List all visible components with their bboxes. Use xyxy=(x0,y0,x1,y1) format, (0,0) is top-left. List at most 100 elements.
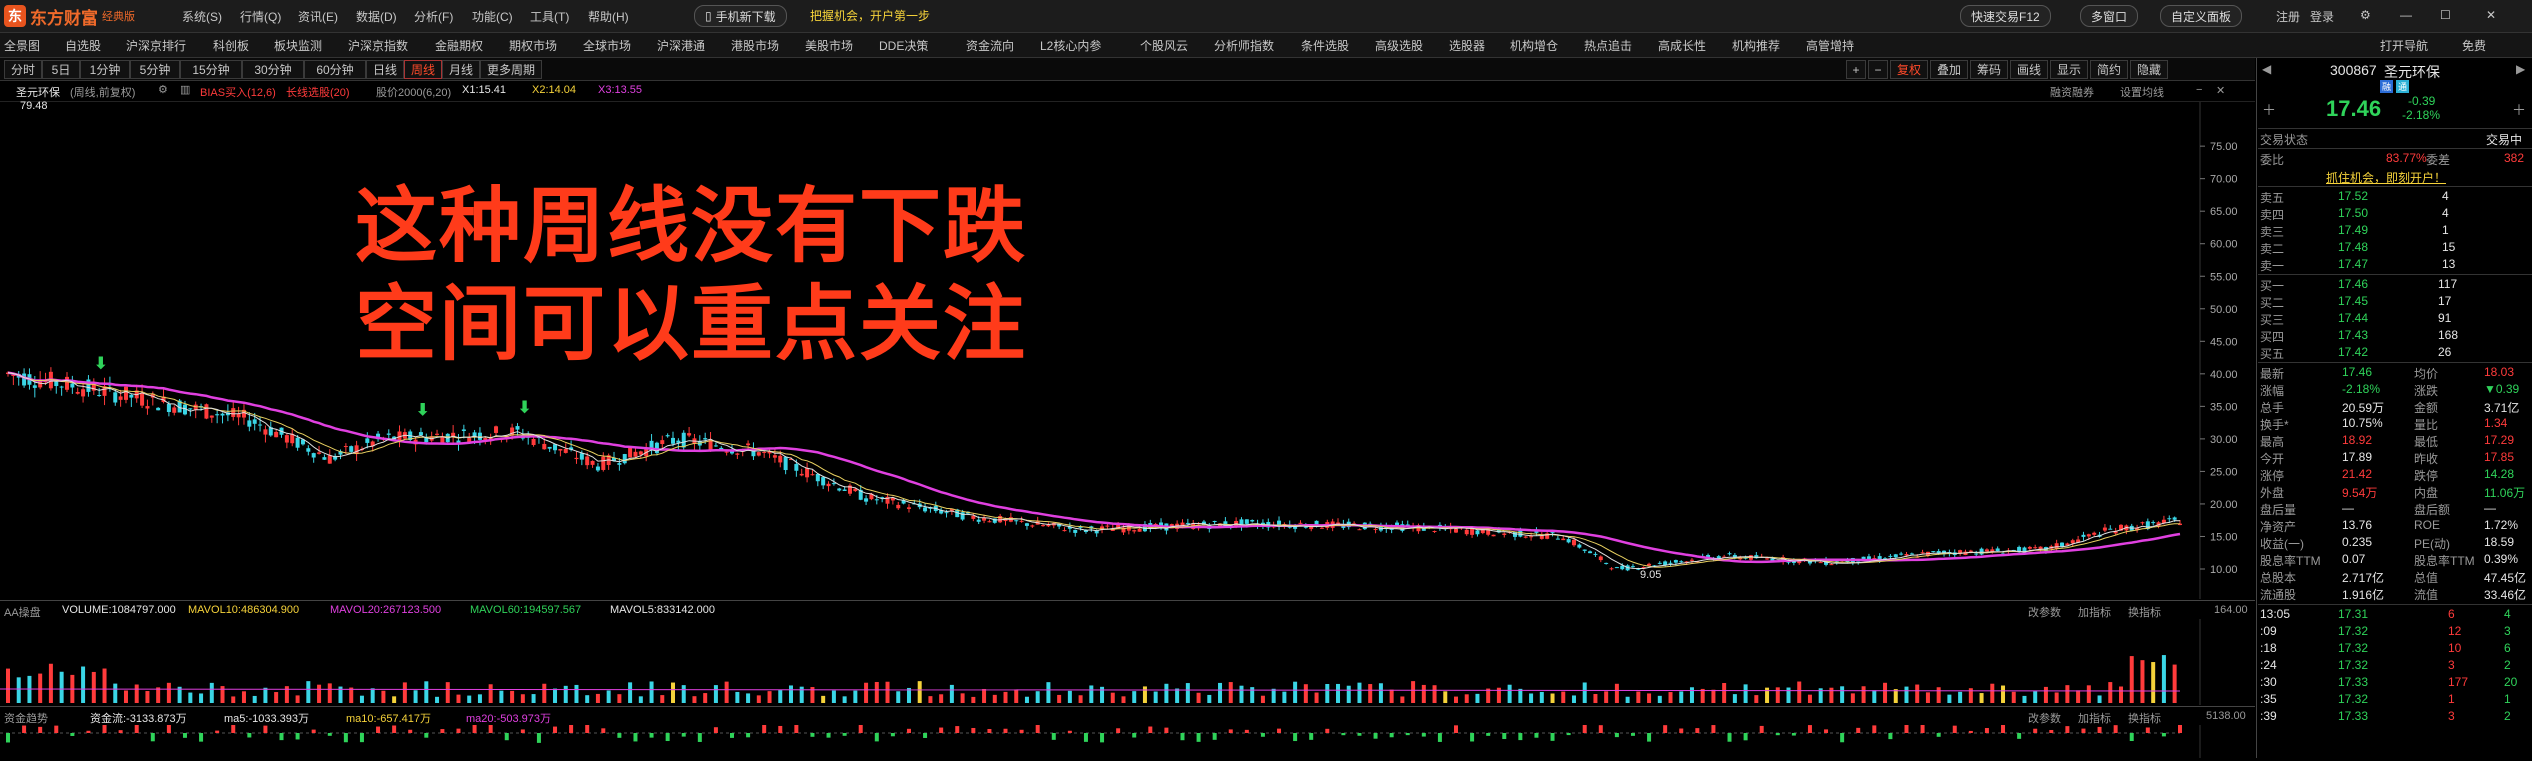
period-tab-2[interactable]: 1分钟 xyxy=(80,60,130,79)
period-tab-8[interactable]: 周线 xyxy=(404,60,442,79)
volume-chart[interactable] xyxy=(0,619,2255,705)
period-tab-6[interactable]: 60分钟 xyxy=(304,60,366,79)
period-tab-4[interactable]: 15分钟 xyxy=(180,60,242,79)
settings-gear-icon[interactable]: ⚙ xyxy=(2360,8,2371,22)
menu-tools[interactable]: 工具(T) xyxy=(530,8,569,25)
menu-data[interactable]: 数据(D) xyxy=(356,8,397,25)
menu-news[interactable]: 资讯(E) xyxy=(298,8,338,25)
menu-help[interactable]: 帮助(H) xyxy=(588,8,629,25)
set-ma-button[interactable]: 设置均线 xyxy=(2120,84,2164,100)
flow-switch-indicator-button[interactable]: 换指标 xyxy=(2128,710,2161,726)
stat-row[interactable]: 总手 20.59万 金额 3.71亿 xyxy=(2258,398,2532,415)
bid-row[interactable]: 买五 17.42 26 xyxy=(2258,344,2532,361)
toolbar-button-7[interactable]: 简约 xyxy=(2090,60,2128,79)
stat-row[interactable]: 外盘 9.54万 内盘 11.06万 xyxy=(2258,483,2532,500)
nav-item-14[interactable]: L2核心内参 xyxy=(1040,37,1101,54)
multi-window-button[interactable]: 多窗口 xyxy=(2080,5,2139,27)
nav-item-11[interactable]: 美股市场 xyxy=(805,37,853,54)
toolbar-button-0[interactable]: + xyxy=(1846,60,1866,79)
stat-row[interactable]: 最新 17.46 均价 18.03 xyxy=(2258,364,2532,381)
toolbar-button-5[interactable]: 画线 xyxy=(2010,60,2048,79)
app-logo[interactable]: 东 东方财富 经典版 xyxy=(4,4,135,28)
nav-item-24[interactable]: 高管增持 xyxy=(1806,37,1854,54)
add-watch-right-icon[interactable]: ＋ xyxy=(2512,100,2526,120)
toolbar-button-3[interactable]: 叠加 xyxy=(1930,60,1968,79)
open-navigation-button[interactable]: 打开导航 xyxy=(2380,37,2428,54)
stat-row[interactable]: 最高 18.92 最低 17.29 xyxy=(2258,432,2532,449)
nav-item-23[interactable]: 机构推荐 xyxy=(1732,37,1780,54)
change-params-button[interactable]: 改参数 xyxy=(2028,604,2061,620)
bid-row[interactable]: 买一 17.46 117 xyxy=(2258,276,2532,293)
nav-item-13[interactable]: 资金流向 xyxy=(966,37,1014,54)
stat-row[interactable]: 涨幅 -2.18% 涨跌 ▼0.39 xyxy=(2258,381,2532,398)
period-tab-10[interactable]: 更多周期 xyxy=(480,60,542,79)
custom-panel-button[interactable]: 自定义面板 xyxy=(2160,5,2243,27)
nav-item-6[interactable]: 金融期权 xyxy=(435,37,483,54)
stat-row[interactable]: 换手* 10.75% 量比 1.34 xyxy=(2258,415,2532,432)
tick-row[interactable]: :18 17.32 10 6 xyxy=(2258,640,2532,657)
toolbar-button-2[interactable]: 复权 xyxy=(1890,60,1928,79)
nav-item-9[interactable]: 沪深港通 xyxy=(657,37,705,54)
panel-divider[interactable] xyxy=(2256,58,2257,758)
chart-icon[interactable]: ▥ xyxy=(180,83,190,96)
open-account-promo[interactable]: 抓住机会，即刻开户！ xyxy=(2326,169,2446,186)
bid-row[interactable]: 买四 17.43 168 xyxy=(2258,327,2532,344)
nav-item-17[interactable]: 条件选股 xyxy=(1301,37,1349,54)
register-link[interactable]: 注册 xyxy=(2276,8,2300,25)
nav-item-21[interactable]: 热点追击 xyxy=(1584,37,1632,54)
close-pane-icon[interactable]: ✕ xyxy=(2216,84,2225,97)
nav-item-15[interactable]: 个股风云 xyxy=(1140,37,1188,54)
period-tab-3[interactable]: 5分钟 xyxy=(130,60,180,79)
period-tab-1[interactable]: 5日 xyxy=(42,60,80,79)
open-account-link[interactable]: 把握机会，开户第一步 xyxy=(800,5,940,25)
add-indicator-button[interactable]: 加指标 xyxy=(2078,604,2111,620)
toolbar-button-4[interactable]: 筹码 xyxy=(1970,60,2008,79)
login-link[interactable]: 登录 xyxy=(2310,8,2334,25)
menu-market[interactable]: 行情(Q) xyxy=(240,8,281,25)
switch-indicator-button[interactable]: 换指标 xyxy=(2128,604,2161,620)
stat-row[interactable]: 净资产 13.76 ROE 1.72% xyxy=(2258,517,2532,534)
nav-item-22[interactable]: 高成长性 xyxy=(1658,37,1706,54)
nav-item-8[interactable]: 全球市场 xyxy=(583,37,631,54)
period-tab-0[interactable]: 分时 xyxy=(4,60,42,79)
margin-trading-button[interactable]: 融资融券 xyxy=(2050,84,2094,100)
close-icon[interactable]: ✕ xyxy=(2486,8,2496,22)
maximize-icon[interactable]: ☐ xyxy=(2440,8,2451,22)
nav-item-18[interactable]: 高级选股 xyxy=(1375,37,1423,54)
ma2000-indicator[interactable]: 股价2000(6,20) xyxy=(376,84,451,100)
flow-change-params-button[interactable]: 改参数 xyxy=(2028,710,2061,726)
ask-row[interactable]: 卖五 17.52 4 xyxy=(2258,188,2532,205)
panel-next-icon[interactable]: ▶ xyxy=(2516,62,2525,76)
nav-item-2[interactable]: 沪深京排行 xyxy=(126,37,186,54)
minimize-pane-icon[interactable]: − xyxy=(2196,84,2202,96)
bias-indicator[interactable]: BIAS买入(12,6) xyxy=(200,84,276,100)
period-tab-9[interactable]: 月线 xyxy=(442,60,480,79)
menu-function[interactable]: 功能(C) xyxy=(472,8,513,25)
tick-row[interactable]: :30 17.33 177 20 xyxy=(2258,674,2532,691)
stat-row[interactable]: 总股本 2.717亿 总值 47.45亿 xyxy=(2258,568,2532,585)
nav-item-5[interactable]: 沪深京指数 xyxy=(348,37,408,54)
period-tab-7[interactable]: 日线 xyxy=(366,60,404,79)
stat-row[interactable]: 股息率TTM 0.07 股息率TTM 0.39% xyxy=(2258,551,2532,568)
tick-row[interactable]: :24 17.32 3 2 xyxy=(2258,657,2532,674)
nav-item-12[interactable]: DDE决策 xyxy=(879,37,928,54)
bid-row[interactable]: 买二 17.45 17 xyxy=(2258,293,2532,310)
ask-row[interactable]: 卖四 17.50 4 xyxy=(2258,205,2532,222)
quick-trade-button[interactable]: 快速交易F12 xyxy=(1960,5,2051,27)
menu-system[interactable]: 系统(S) xyxy=(182,8,222,25)
stat-row[interactable]: 流通股 1.916亿 流值 33.46亿 xyxy=(2258,585,2532,602)
nav-item-3[interactable]: 科创板 xyxy=(213,37,249,54)
ask-row[interactable]: 卖二 17.48 15 xyxy=(2258,239,2532,256)
nav-item-4[interactable]: 板块监测 xyxy=(274,37,322,54)
kline-chart[interactable]: 75.00 70.00 65.00 60.00 55.00 50.00 45.00 40.00… xyxy=(0,100,2255,599)
long-select-indicator[interactable]: 长线选股(20) xyxy=(286,84,350,100)
menu-analysis[interactable]: 分析(F) xyxy=(414,8,453,25)
toolbar-button-8[interactable]: 隐藏 xyxy=(2130,60,2168,79)
stat-row[interactable]: 收益(一) 0.235 PE(动) 18.59 xyxy=(2258,534,2532,551)
toolbar-button-6[interactable]: 显示 xyxy=(2050,60,2088,79)
stat-row[interactable]: 今开 17.89 昨收 17.85 xyxy=(2258,449,2532,466)
nav-item-16[interactable]: 分析师指数 xyxy=(1214,37,1274,54)
tick-row[interactable]: :39 17.33 3 2 xyxy=(2258,708,2532,725)
tick-row[interactable]: :35 17.32 1 1 xyxy=(2258,691,2532,708)
stat-row[interactable]: 盘后量 — 盘后额 — xyxy=(2258,500,2532,517)
